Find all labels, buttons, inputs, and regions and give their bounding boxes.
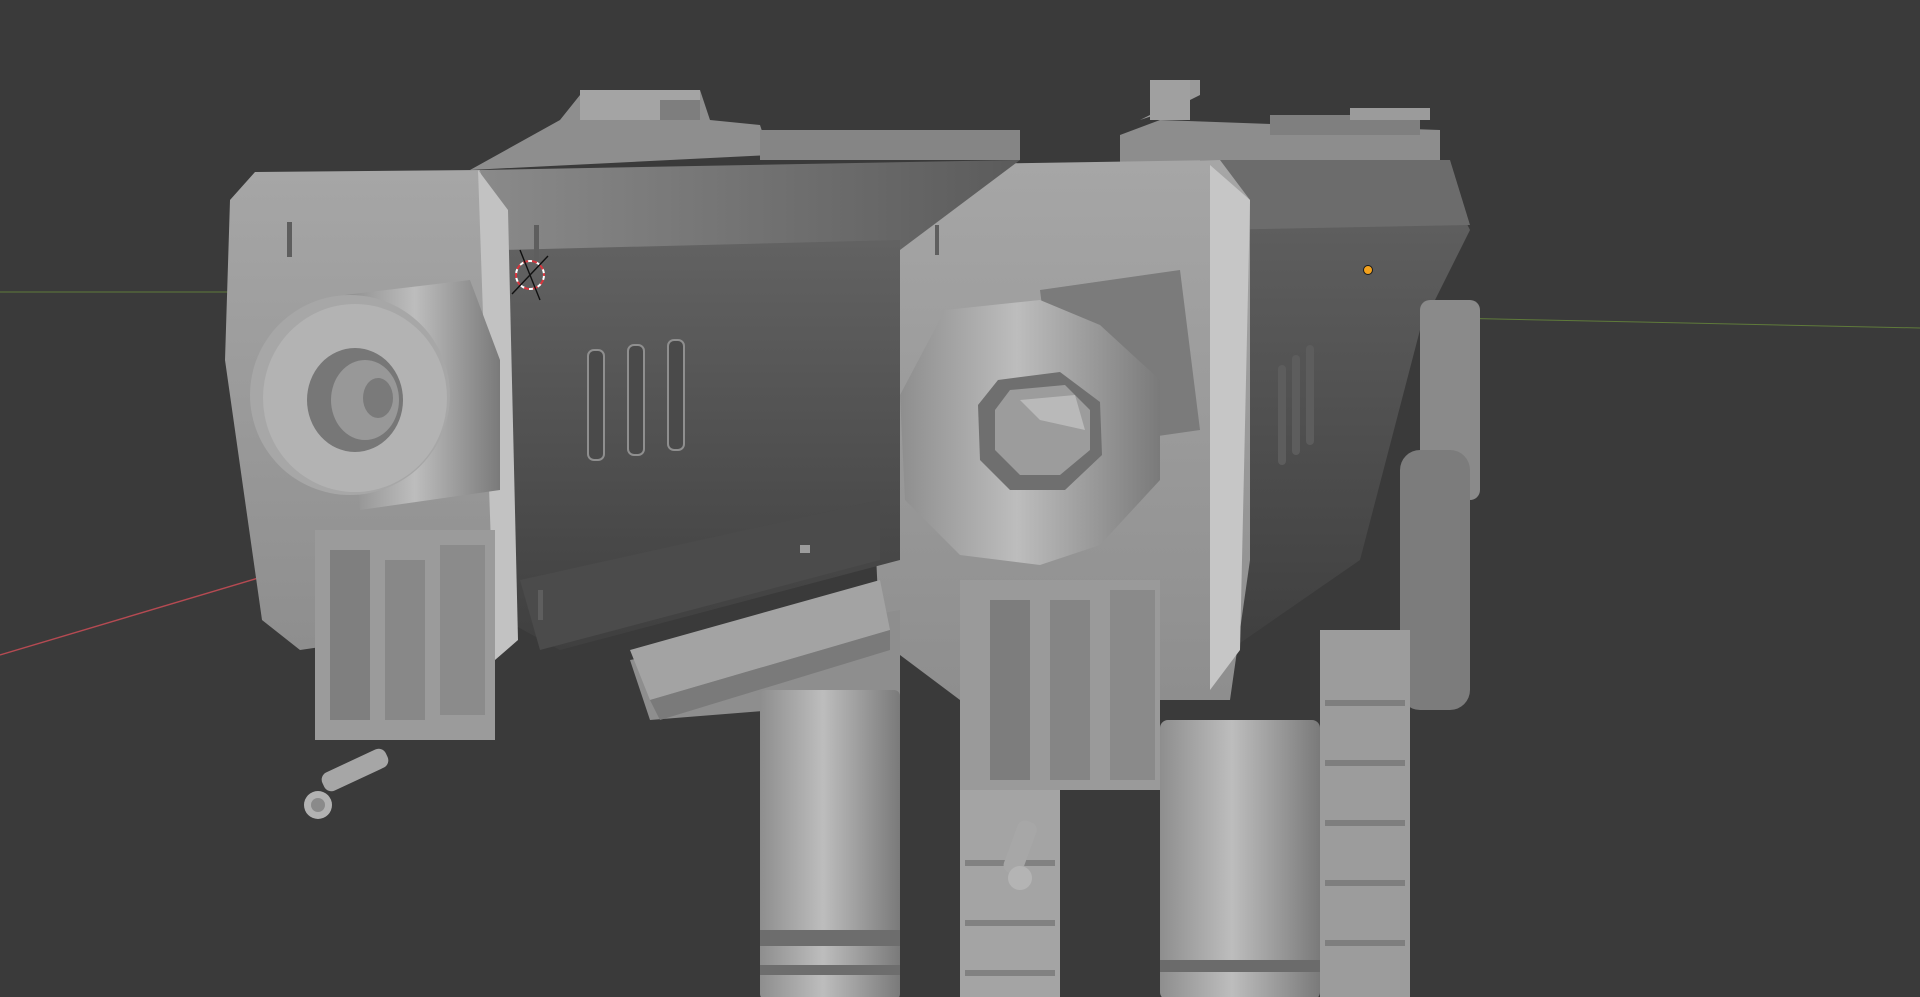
object-origin-dot-icon[interactable] <box>1363 265 1373 275</box>
y-axis-line-right <box>1449 317 1920 329</box>
model-weapon-right[interactable] <box>865 80 1480 997</box>
3d-viewport[interactable] <box>0 0 1920 997</box>
viewport-scene[interactable] <box>0 0 1920 997</box>
